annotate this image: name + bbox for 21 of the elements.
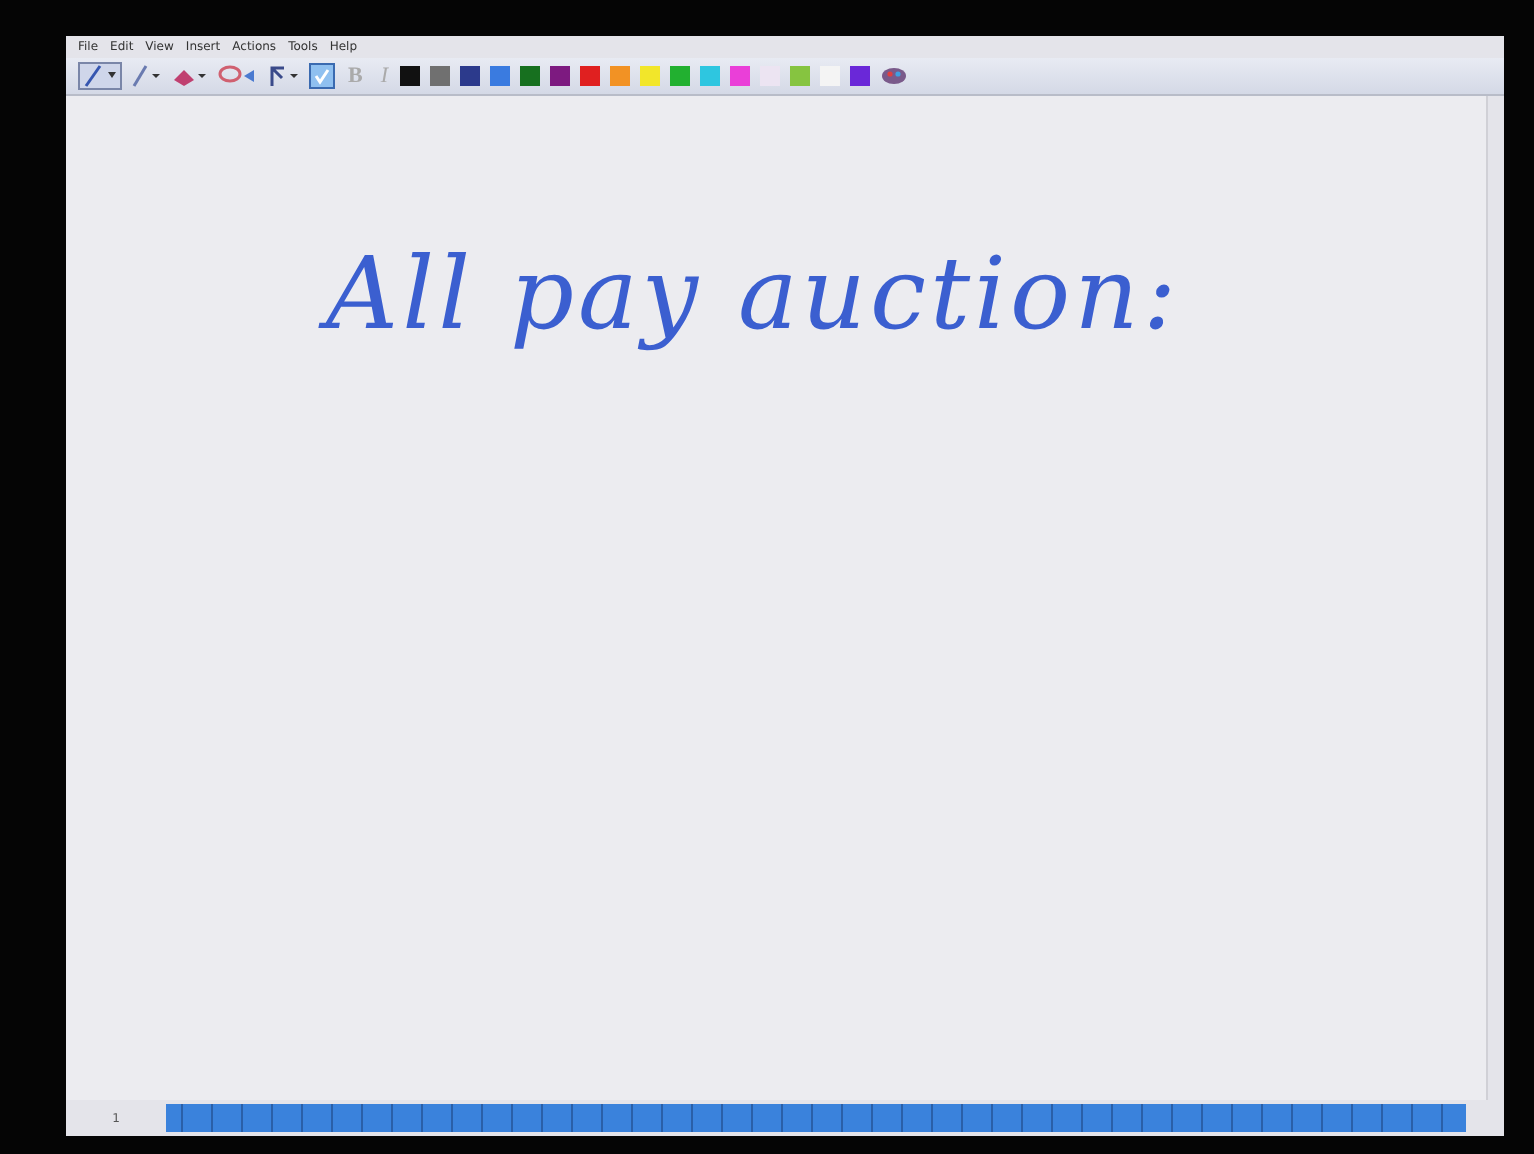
color-swatch[interactable] <box>790 66 811 86</box>
color-swatch[interactable] <box>520 66 541 86</box>
pen-icon[interactable] <box>78 62 122 90</box>
color-swatch[interactable] <box>730 66 751 86</box>
color-swatch[interactable] <box>400 66 421 86</box>
palette-icon[interactable] <box>880 62 909 90</box>
color-swatch[interactable] <box>850 66 871 86</box>
highlighter-icon[interactable] <box>128 62 164 90</box>
vertical-scrollbar[interactable] <box>1486 96 1504 1100</box>
color-swatch[interactable] <box>640 66 661 86</box>
color-swatch[interactable] <box>580 66 601 86</box>
color-swatch[interactable] <box>550 66 571 86</box>
color-swatch[interactable] <box>610 66 631 86</box>
color-swatch[interactable] <box>820 66 841 86</box>
color-swatch[interactable] <box>700 66 721 86</box>
pointer-icon[interactable] <box>266 62 302 90</box>
color-swatch[interactable] <box>670 66 691 86</box>
color-swatch[interactable] <box>490 66 511 86</box>
color-swatch[interactable] <box>430 66 451 86</box>
color-swatch[interactable] <box>460 66 481 86</box>
checkbox-icon[interactable] <box>308 62 336 90</box>
